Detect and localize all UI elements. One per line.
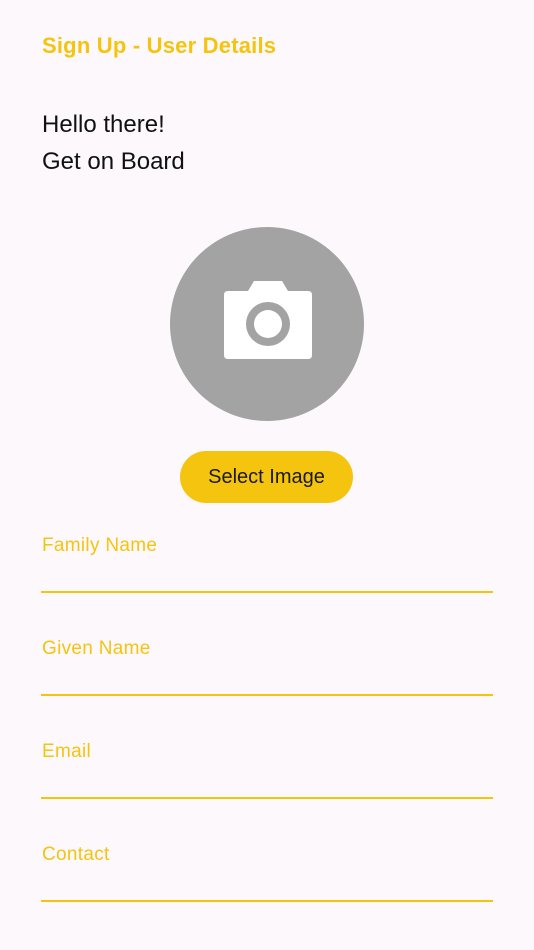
contact-field[interactable]: Contact — [41, 844, 493, 902]
email-underline — [41, 797, 493, 799]
given-name-input[interactable] — [41, 656, 493, 694]
profile-image-placeholder[interactable] — [170, 227, 364, 421]
family-name-input[interactable] — [41, 553, 493, 591]
page-title: Sign Up - User Details — [42, 33, 277, 58]
email-field[interactable]: Email — [41, 741, 493, 799]
camera-icon — [224, 281, 312, 359]
family-name-field[interactable]: Family Name — [41, 535, 493, 593]
email-input[interactable] — [41, 759, 493, 797]
select-image-button[interactable]: Select Image — [180, 451, 353, 503]
given-name-field[interactable]: Given Name — [41, 638, 493, 696]
family-name-underline — [41, 591, 493, 593]
contact-underline — [41, 900, 493, 902]
given-name-underline — [41, 694, 493, 696]
greeting-line-2: Get on Board — [42, 148, 185, 175]
greeting-line-1: Hello there! — [42, 111, 165, 138]
greeting: Hello there! Get on Board — [42, 106, 185, 180]
contact-input[interactable] — [41, 862, 493, 900]
